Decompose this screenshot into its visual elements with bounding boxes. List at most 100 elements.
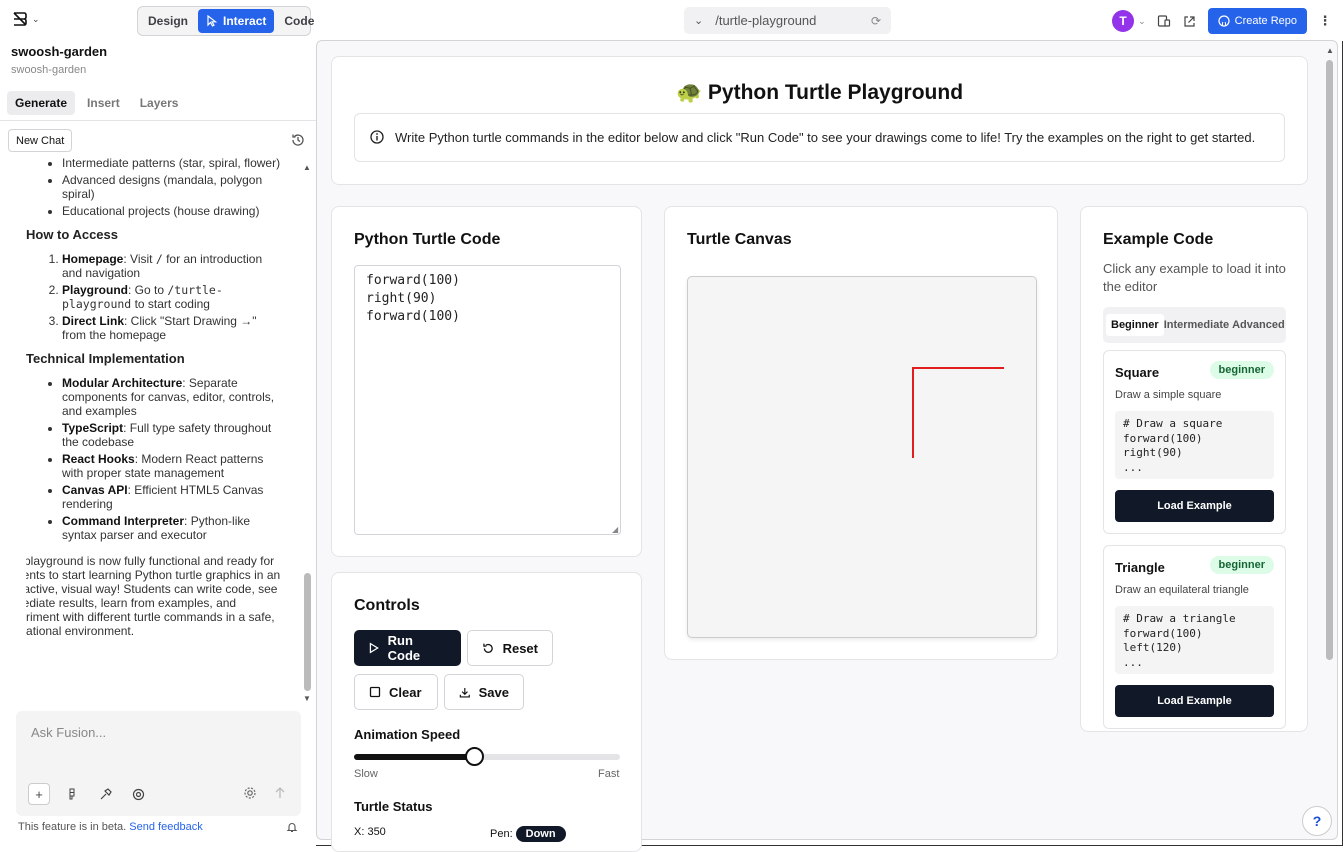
play-icon [368, 642, 380, 654]
chat-heading: Technical Implementation [26, 352, 281, 366]
avatar[interactable]: T [1112, 10, 1134, 32]
tab-generate[interactable]: Generate [7, 91, 75, 115]
bell-icon[interactable] [286, 821, 298, 836]
mode-code-button[interactable]: Code [276, 9, 322, 33]
tab-advanced[interactable]: Advanced [1229, 314, 1288, 336]
new-chat-button[interactable]: New Chat [8, 129, 72, 152]
code-editor[interactable]: forward(100) right(90) forward(100) [354, 265, 621, 535]
speed-slider[interactable] [354, 754, 620, 760]
scroll-up-arrow[interactable]: ▲ [303, 163, 311, 172]
list-item: Modular Architecture: Separate component… [62, 376, 281, 418]
history-icon[interactable] [290, 132, 306, 148]
mode-interact-label: Interact [223, 14, 266, 28]
item-bold: Homepage [62, 252, 123, 266]
run-code-button[interactable]: Run Code [354, 630, 461, 666]
card-title: Example Code [1103, 231, 1213, 249]
resize-grip-icon[interactable]: ◢ [612, 525, 639, 554]
preview-scrollbar[interactable] [1326, 60, 1333, 660]
chat-scrollbar[interactable] [304, 573, 311, 691]
hammer-icon[interactable] [94, 783, 116, 805]
devices-icon[interactable] [1156, 13, 1172, 29]
add-icon[interactable]: + [28, 783, 50, 805]
more-vertical-icon[interactable]: ⋮ [1317, 13, 1333, 29]
turtle-canvas[interactable] [687, 276, 1037, 638]
clear-label: Clear [389, 685, 422, 700]
tab-layers[interactable]: Layers [132, 91, 187, 115]
item-bold: Modular Architecture [62, 376, 182, 390]
tab-insert[interactable]: Insert [79, 91, 128, 115]
example-item: Square beginner Draw a simple square # D… [1103, 350, 1286, 534]
list-item: Advanced designs (mandala, polygon spira… [62, 173, 281, 201]
fast-label: Fast [598, 768, 619, 780]
scroll-down-arrow[interactable]: ▼ [303, 694, 311, 703]
item-bold: Direct Link [62, 314, 124, 328]
turtle-drawing [688, 277, 1037, 638]
create-repo-label: Create Repo [1235, 15, 1297, 27]
item-bold: Playground [62, 283, 128, 297]
help-button[interactable]: ? [1302, 806, 1332, 836]
sidebar-tabs: Generate Insert Layers [7, 91, 186, 115]
list-item: Intermediate patterns (star, spiral, flo… [62, 156, 281, 170]
card-title: Python Turtle Code [354, 231, 500, 249]
speed-slider-thumb[interactable] [465, 747, 484, 766]
app-logo[interactable]: ⌄ [12, 11, 40, 27]
ask-input[interactable]: Ask Fusion... [31, 725, 106, 740]
list-item: Canvas API: Efficient HTML5 Canvas rende… [62, 483, 281, 511]
list-item: React Hooks: Modern React patterns with … [62, 452, 281, 480]
item-bold: TypeScript [62, 421, 123, 435]
load-example-button[interactable]: Load Example [1115, 490, 1274, 522]
chevron-down-icon[interactable]: ⌄ [694, 14, 703, 27]
reset-button[interactable]: Reset [467, 630, 553, 666]
item-bold: React Hooks [62, 452, 135, 466]
access-list: Homepage: Visit / for an introduction an… [26, 252, 281, 342]
create-repo-button[interactable]: Create Repo [1208, 8, 1307, 34]
card-title: Turtle Canvas [687, 231, 792, 249]
clear-button[interactable]: Clear [354, 674, 438, 710]
page-title: 🐢 Python Turtle Playground [332, 81, 1307, 105]
examples-subtitle: Click any example to load it into the ed… [1103, 260, 1293, 296]
project-subtitle: swoosh-garden [11, 64, 86, 76]
turtle-path [913, 368, 1004, 458]
load-example-button[interactable]: Load Example [1115, 685, 1274, 717]
slow-label: Slow [354, 768, 378, 780]
info-text: Write Python turtle commands in the edit… [395, 130, 1255, 145]
pen-label: Pen: [490, 828, 513, 840]
chevron-down-icon[interactable]: ⌄ [1138, 16, 1146, 27]
level-badge: beginner [1210, 361, 1274, 379]
ask-right-tools [243, 786, 287, 800]
item-bold: Canvas API [62, 483, 128, 497]
save-button[interactable]: Save [444, 674, 524, 710]
tab-intermediate[interactable]: Intermediate [1164, 314, 1229, 336]
url-text: /turtle-playground [715, 13, 816, 28]
divider [0, 120, 316, 121]
settings-icon[interactable] [243, 786, 257, 800]
list-item: TypeScript: Full type safety throughout … [62, 421, 281, 449]
scroll-up-arrow[interactable]: ▲ [1326, 46, 1334, 55]
sidebar: swoosh-garden swoosh-garden Generate Ins… [0, 41, 316, 846]
ask-box[interactable]: Ask Fusion... + [16, 711, 301, 816]
example-code: # Draw a square forward(100) right(90) .… [1115, 411, 1274, 479]
pen-status: Pen: Down [490, 826, 566, 842]
top-right-tools: T ⌄ Create Repo ⋮ [1112, 8, 1333, 34]
send-arrow-icon[interactable] [273, 786, 287, 800]
send-feedback-link[interactable]: Send feedback [129, 821, 202, 833]
url-bar[interactable]: ⌄ /turtle-playground ⟳ [684, 7, 891, 34]
project-name: swoosh-garden [11, 44, 107, 59]
list-item: Direct Link: Click "Start Drawing →" fro… [62, 314, 281, 342]
refresh-icon[interactable]: ⟳ [871, 14, 881, 28]
pen-state-badge: Down [516, 826, 566, 842]
rotate-ccw-icon [482, 642, 495, 655]
item-rest: to start coding [131, 297, 210, 311]
external-link-icon[interactable] [1182, 13, 1198, 29]
info-alert: Write Python turtle commands in the edit… [354, 113, 1285, 162]
target-icon[interactable] [127, 783, 149, 805]
mode-design-button[interactable]: Design [140, 9, 196, 33]
mode-interact-button[interactable]: Interact [198, 9, 274, 33]
beta-notice: This feature is in beta. Send feedback [18, 821, 203, 833]
code-editor-card: Python Turtle Code forward(100) right(90… [331, 206, 642, 557]
figma-icon[interactable] [61, 783, 83, 805]
chat-transcript: Intermediate patterns (star, spiral, flo… [26, 156, 281, 681]
tab-beginner[interactable]: Beginner [1106, 314, 1164, 336]
save-label: Save [479, 685, 509, 700]
example-item: Triangle beginner Draw an equilateral tr… [1103, 545, 1286, 729]
